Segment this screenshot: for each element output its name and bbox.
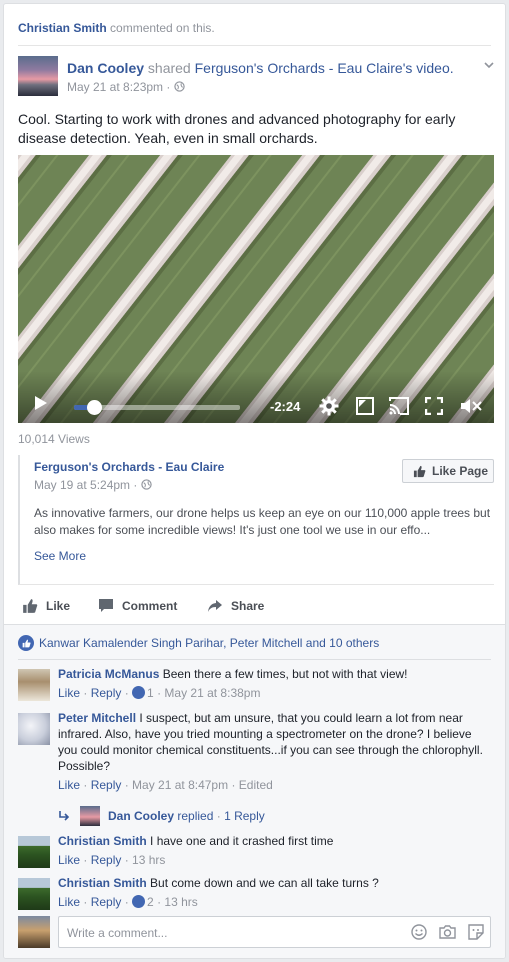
comment-time[interactable]: May 21 at 8:38pm: [164, 686, 260, 700]
author-avatar[interactable]: [18, 56, 58, 96]
post-time[interactable]: May 21 at 8:23pm: [67, 80, 163, 94]
comment-like-link[interactable]: Like: [58, 778, 80, 792]
view-count: 10,014 Views: [18, 432, 90, 446]
divider: [18, 45, 491, 46]
comment-input[interactable]: Write a comment...: [58, 916, 491, 948]
like-button[interactable]: Like: [22, 591, 70, 621]
play-icon[interactable]: [34, 395, 48, 411]
globe-icon: [141, 479, 152, 490]
settings-gear-icon[interactable]: [319, 396, 339, 416]
shared-time[interactable]: May 19 at 5:24pm: [34, 478, 130, 492]
replies-summary[interactable]: Dan Cooley replied · 1 Reply: [58, 806, 265, 826]
comment-author[interactable]: Peter Mitchell: [58, 711, 136, 725]
share-icon: [208, 600, 222, 612]
shared-post: Ferguson's Orchards - Eau Claire May 19 …: [18, 455, 494, 585]
viewer-avatar: [18, 916, 50, 948]
sticker-icon[interactable]: [468, 924, 484, 940]
emoji-icon[interactable]: [411, 924, 427, 940]
comment-like-count[interactable]: 2: [147, 895, 154, 909]
comment-author[interactable]: Christian Smith: [58, 834, 147, 848]
thumbs-up-icon: [413, 465, 426, 478]
comment-reply-link[interactable]: Reply: [91, 686, 122, 700]
thumbs-up-icon: [23, 599, 38, 613]
comment-label: Comment: [122, 599, 178, 613]
comment-like-count[interactable]: 1: [147, 686, 154, 700]
video-controls: -2:24: [18, 371, 494, 423]
comment-text: Been there a few times, but not with tha…: [162, 667, 408, 681]
shared-page-link[interactable]: Ferguson's Orchards - Eau Claire: [195, 60, 403, 76]
comment-meta: Like · Reply · May 21 at 8:47pm · Edited: [58, 778, 273, 792]
comment-icon: [99, 599, 113, 612]
reply-avatar: [80, 806, 100, 826]
comment-author[interactable]: Christian Smith: [58, 876, 147, 890]
likers-text: Kanwar Kamalender Singh Parihar, Peter M…: [39, 636, 380, 650]
fullscreen-icon[interactable]: [425, 397, 443, 415]
comment-like-link[interactable]: Like: [58, 895, 80, 909]
like-reaction-icon: [18, 635, 34, 651]
cast-icon[interactable]: [389, 397, 409, 415]
scrubber-handle[interactable]: [86, 400, 102, 415]
commenter-avatar[interactable]: [18, 836, 50, 868]
reply-count: 1 Reply: [224, 809, 265, 823]
globe-icon: [174, 81, 185, 92]
commenter-avatar[interactable]: [18, 669, 50, 701]
share-label: Share: [231, 599, 265, 613]
activity-actor[interactable]: Christian Smith: [18, 21, 107, 35]
activity-header: Christian Smith commented on this.: [18, 21, 215, 35]
like-page-label: Like Page: [432, 464, 489, 478]
like-count-icon: [132, 895, 146, 908]
camera-icon[interactable]: [439, 924, 456, 940]
time-remaining: -2:24: [270, 399, 301, 414]
shared-page-name[interactable]: Ferguson's Orchards - Eau Claire: [34, 460, 224, 474]
post-time-row: May 21 at 8:23pm ·: [67, 80, 185, 94]
likers-row[interactable]: Kanwar Kamalender Singh Parihar, Peter M…: [18, 635, 379, 651]
reply-author: Dan Cooley: [108, 809, 175, 823]
like-label: Like: [46, 599, 71, 613]
feed-story: Christian Smith commented on this. Dan C…: [3, 3, 506, 959]
comment-meta: Like · Reply · 13 hrs: [58, 853, 166, 867]
time-separator: ·: [133, 478, 138, 492]
comment-button[interactable]: Comment: [98, 591, 177, 621]
comment-meta: Like · Reply · 1 · May 21 at 8:38pm: [58, 686, 261, 700]
video-scrubber[interactable]: [74, 400, 240, 415]
comment-time[interactable]: May 21 at 8:47pm: [132, 778, 228, 792]
post-text: Cool. Starting to work with drones and a…: [18, 111, 456, 146]
shared-suffix: 's video.: [402, 60, 454, 76]
reply-arrow-icon: [59, 811, 70, 821]
comment-composer: Write a comment...: [18, 916, 491, 948]
comment-text: But come down and we can all take turns …: [150, 876, 379, 890]
shared-time-row: May 19 at 5:24pm ·: [34, 478, 152, 492]
comment-author[interactable]: Patricia McManus: [58, 667, 159, 681]
mute-icon[interactable]: [460, 398, 482, 414]
shared-text: shared: [147, 60, 191, 76]
post-header: Dan Cooley shared Ferguson's Orchards - …: [67, 60, 454, 76]
divider: [18, 659, 491, 660]
chevron-down-icon[interactable]: [483, 59, 495, 71]
see-more-link[interactable]: See More: [34, 549, 86, 563]
share-button[interactable]: Share: [207, 591, 264, 621]
reply-text: replied: [177, 809, 214, 823]
action-bar: Like Comment Share: [18, 591, 491, 621]
post-author[interactable]: Dan Cooley: [67, 60, 144, 76]
comment-time[interactable]: 13 hrs: [132, 853, 165, 867]
comment-placeholder: Write a comment...: [67, 926, 168, 940]
activity-text: commented on this.: [110, 21, 215, 35]
commenter-avatar[interactable]: [18, 713, 50, 745]
commenter-avatar[interactable]: [18, 878, 50, 910]
comment-like-link[interactable]: Like: [58, 853, 80, 867]
comment-reply-link[interactable]: Reply: [91, 895, 122, 909]
shared-post-body: As innovative farmers, our drone helps u…: [34, 506, 491, 537]
hd-quality-icon[interactable]: [356, 397, 374, 415]
video-player[interactable]: -2:24: [18, 155, 494, 423]
like-page-button[interactable]: Like Page: [402, 459, 494, 483]
comment-time[interactable]: 13 hrs: [164, 895, 197, 909]
comment-meta: Like · Reply · 2 · 13 hrs: [58, 895, 198, 909]
comment-reply-link[interactable]: Reply: [91, 778, 122, 792]
like-count-icon: [132, 686, 146, 699]
comment-like-link[interactable]: Like: [58, 686, 80, 700]
comment-text: I have one and it crashed first time: [150, 834, 334, 848]
comment-edited[interactable]: Edited: [239, 778, 273, 792]
comment-reply-link[interactable]: Reply: [91, 853, 122, 867]
time-separator: ·: [166, 80, 171, 94]
